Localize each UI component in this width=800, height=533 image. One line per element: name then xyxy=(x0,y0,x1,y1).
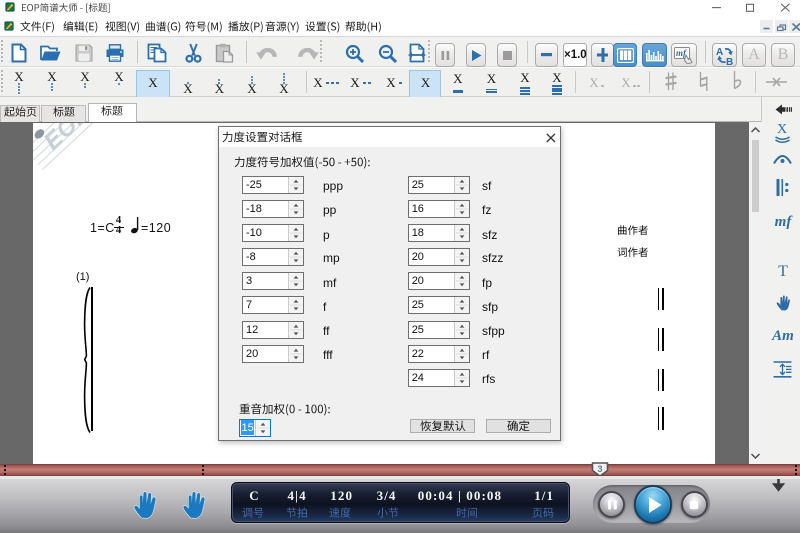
svg-text:3: 3 xyxy=(597,464,602,474)
svg-text:B: B xyxy=(726,57,733,65)
